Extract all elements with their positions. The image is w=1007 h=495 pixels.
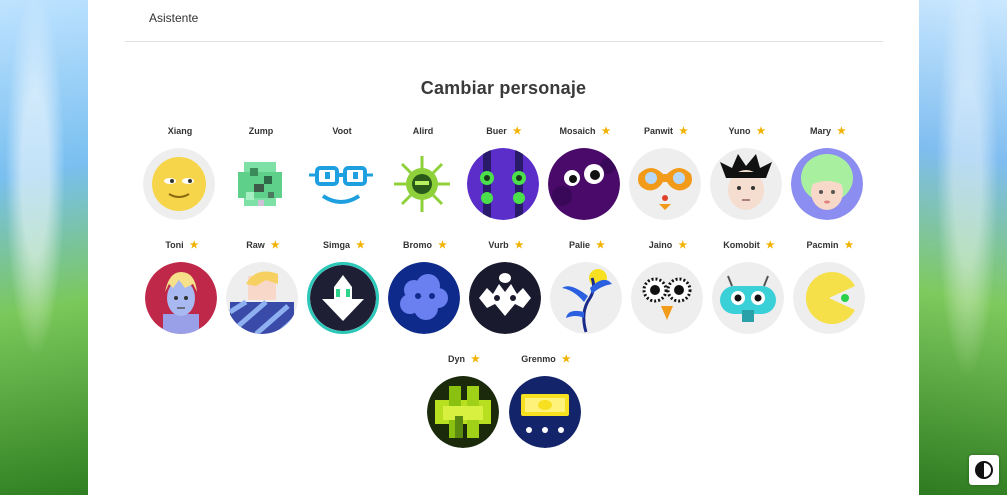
tab-assistant[interactable]: Asistente — [149, 11, 198, 25]
owl-eyes-icon[interactable] — [631, 262, 703, 334]
background-left — [0, 0, 88, 495]
character-name: Pacmin — [806, 240, 839, 250]
character-name: Voot — [332, 126, 352, 136]
main-panel: Asistente Cambiar personaje Xiang Zump V… — [88, 0, 919, 495]
character-name: Grenmo — [521, 354, 556, 364]
star-icon: ★ — [189, 240, 199, 251]
character-name: Toni — [165, 240, 184, 250]
character-name: Zump — [248, 126, 274, 136]
contrast-icon — [975, 461, 993, 479]
star-icon: ★ — [438, 240, 447, 251]
character-name: Raw — [246, 240, 265, 250]
black-hair-boy-icon[interactable] — [710, 148, 782, 220]
contrast-toggle-button[interactable] — [969, 455, 999, 485]
character-name: Mosaich — [559, 126, 596, 136]
background-right — [919, 0, 1007, 495]
yellow-face-icon[interactable] — [143, 148, 215, 220]
character-name: Dyn — [448, 354, 466, 364]
star-icon: ★ — [756, 126, 766, 137]
character-name: Jaino — [648, 240, 673, 250]
tribal-mask-icon[interactable] — [469, 262, 541, 334]
star-icon: ★ — [765, 240, 775, 251]
blue-flower-icon[interactable] — [550, 262, 622, 334]
star-icon: ★ — [678, 240, 688, 251]
pacman-icon[interactable] — [793, 262, 865, 334]
green-blocks-icon[interactable] — [427, 376, 499, 448]
star-icon: ★ — [601, 126, 611, 137]
character-name: Vurb — [488, 240, 509, 250]
yellow-screen-icon[interactable] — [509, 376, 581, 448]
star-icon: ★ — [844, 240, 854, 251]
striped-shirt-icon[interactable] — [226, 262, 298, 334]
star-icon: ★ — [471, 354, 480, 365]
star-icon: ★ — [679, 126, 688, 137]
star-icon: ★ — [270, 240, 280, 251]
green-hair-girl-icon[interactable] — [791, 148, 863, 220]
character-name: Panwit — [644, 126, 674, 136]
star-icon: ★ — [512, 126, 522, 137]
blue-cloud-icon[interactable] — [388, 262, 460, 334]
character-name: Alird — [412, 126, 434, 136]
green-virus-icon[interactable] — [386, 148, 458, 220]
character-name: Komobit — [723, 240, 760, 250]
star-icon: ★ — [837, 126, 846, 137]
blonde-boy-icon[interactable] — [145, 262, 217, 334]
star-icon: ★ — [356, 240, 365, 251]
white-arrow-icon[interactable] — [307, 262, 379, 334]
tab-bar: Asistente — [125, 0, 883, 42]
character-name: Bromo — [403, 240, 433, 250]
star-icon: ★ — [596, 240, 605, 251]
glasses-face-icon[interactable] — [305, 148, 377, 220]
page-title: Cambiar personaje — [420, 78, 587, 98]
character-name: Mary — [810, 126, 832, 136]
character-name: Simga — [323, 240, 351, 250]
pixel-green-icon[interactable] — [224, 148, 296, 220]
star-icon: ★ — [514, 240, 524, 251]
star-icon: ★ — [561, 354, 571, 365]
purple-eyes-icon[interactable] — [548, 148, 620, 220]
teal-robot-icon[interactable] — [712, 262, 784, 334]
purple-robot-icon[interactable] — [467, 148, 539, 220]
character-name: Buer — [486, 126, 507, 136]
character-name: Yuno — [728, 126, 751, 136]
orange-mask-icon[interactable] — [629, 148, 701, 220]
character-name: Xiang — [167, 126, 193, 136]
character-name: Palie — [569, 240, 591, 250]
